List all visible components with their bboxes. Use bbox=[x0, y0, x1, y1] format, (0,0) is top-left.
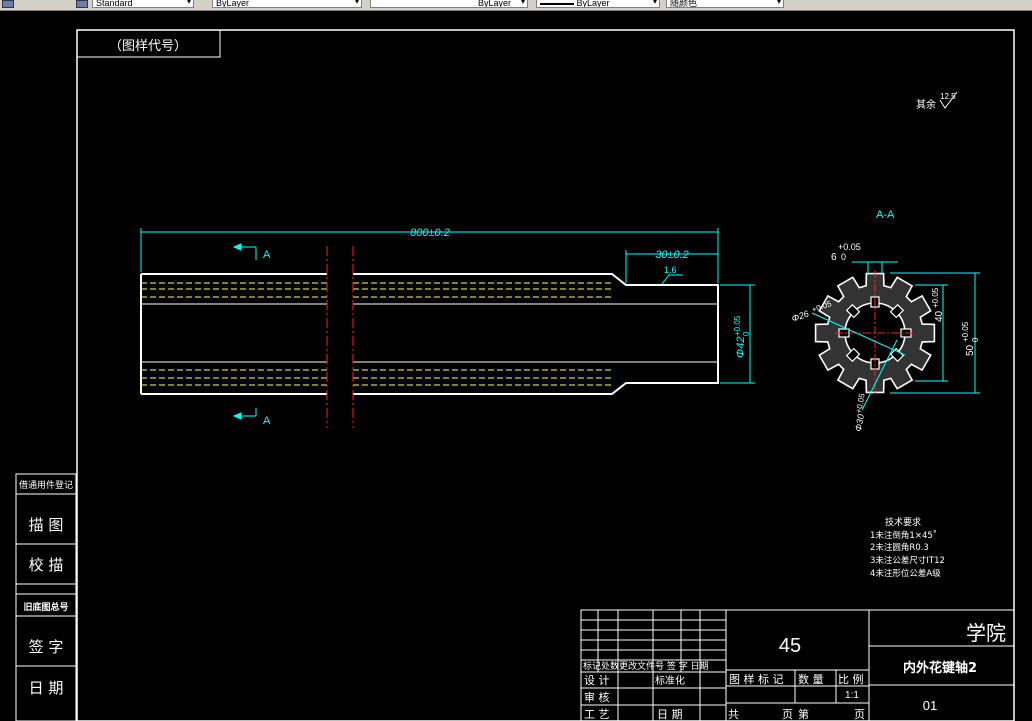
dim-shaft-dia-text: Φ42 bbox=[735, 337, 747, 358]
tech-req-item: 1未注倒角1×45˚ bbox=[870, 530, 937, 541]
page-label: 页 bbox=[782, 708, 793, 721]
side-row-old-no: 旧底图总号 bbox=[23, 601, 68, 613]
process-label: 工 艺 bbox=[584, 708, 610, 721]
roughness-local-icon bbox=[661, 274, 683, 285]
section-view-title: A-A bbox=[876, 209, 895, 221]
dim-depth: 40 bbox=[934, 310, 945, 322]
break-lines bbox=[326, 246, 354, 428]
tech-req-item: 2未注圆角R0.3 bbox=[870, 542, 929, 553]
total-label: 共 bbox=[728, 708, 739, 721]
tech-req-title: 技术要求 bbox=[885, 516, 921, 528]
roughness-value: 12.5 bbox=[940, 92, 956, 101]
dim-total-length-text: 800±0.2 bbox=[410, 227, 450, 239]
date-label: 日 期 bbox=[657, 708, 683, 721]
scale-label: 比 例 bbox=[838, 672, 864, 686]
part-name: 内外花键轴2 bbox=[903, 660, 977, 676]
design-label: 设 计 bbox=[584, 674, 610, 687]
school-name: 学院 bbox=[966, 621, 1006, 645]
dim-outer: 50 bbox=[965, 344, 976, 356]
side-row-trace: 描 图 bbox=[29, 516, 64, 534]
shaft-outline bbox=[140, 273, 719, 395]
roughness-local: 1.6 bbox=[664, 265, 677, 275]
spline-section-view bbox=[814, 270, 936, 396]
standardize-label: 标准化 bbox=[655, 674, 685, 687]
sheet-label: 第 bbox=[798, 707, 809, 721]
side-row-sign: 签 字 bbox=[29, 638, 64, 656]
dim-shaft-tol: +0.05 bbox=[733, 315, 742, 336]
side-row-check: 校 描 bbox=[29, 556, 64, 574]
scale-value: 1:1 bbox=[845, 690, 859, 701]
stage-mark-label: 图 样 标 记 bbox=[729, 672, 784, 686]
material: 45 bbox=[779, 635, 801, 657]
section-label-bottom: A bbox=[263, 415, 271, 427]
revision-header: 标记处数更改文件号 签 字 日期 bbox=[583, 660, 709, 672]
dim-step-length-text: 30±0.2 bbox=[655, 249, 689, 261]
drawing-canvas[interactable]: （图样代号） 其余 12.5 A A 800±0.2 30±0.2 1.6 Φ4… bbox=[0, 0, 1032, 721]
stamp-label: （图样代号） bbox=[109, 39, 187, 54]
inner-bore-lines bbox=[141, 303, 718, 363]
side-row-borrow: 借通用件登记 bbox=[19, 479, 73, 491]
dim-key-tol-low: 0 bbox=[841, 252, 846, 262]
drawing-number: 01 bbox=[923, 698, 937, 713]
dim-key-tol: +0.05 bbox=[838, 242, 861, 252]
review-label: 审 核 bbox=[584, 690, 610, 704]
dim-outer-tol-low: 0 bbox=[971, 337, 980, 342]
roughness-label: 其余 bbox=[916, 98, 936, 111]
quantity-label: 数 量 bbox=[798, 673, 824, 686]
dim-inner-dia: Φ26 bbox=[790, 308, 810, 323]
dim-bottom: Φ30 bbox=[853, 413, 866, 432]
dim-depth-tol: +0.05 bbox=[931, 287, 940, 308]
dim-key-width: 6 bbox=[831, 252, 837, 263]
dim-shaft-tol-low: 0 bbox=[742, 331, 751, 336]
dim-outer-tol: +0.05 bbox=[961, 321, 970, 342]
side-row-date: 日 期 bbox=[29, 679, 64, 697]
sheet-page-label: 页 bbox=[854, 708, 865, 721]
section-arrow-top bbox=[232, 243, 257, 260]
tech-req-item: 3未注公差尺寸IT12 bbox=[870, 555, 945, 566]
dim-bottom-tol: +0.05 bbox=[854, 392, 866, 414]
section-arrow-bottom bbox=[232, 408, 257, 420]
tech-req-item: 4未注形位公差A级 bbox=[870, 568, 941, 579]
section-label-top: A bbox=[263, 249, 271, 261]
spline-hidden-lines bbox=[141, 282, 612, 386]
